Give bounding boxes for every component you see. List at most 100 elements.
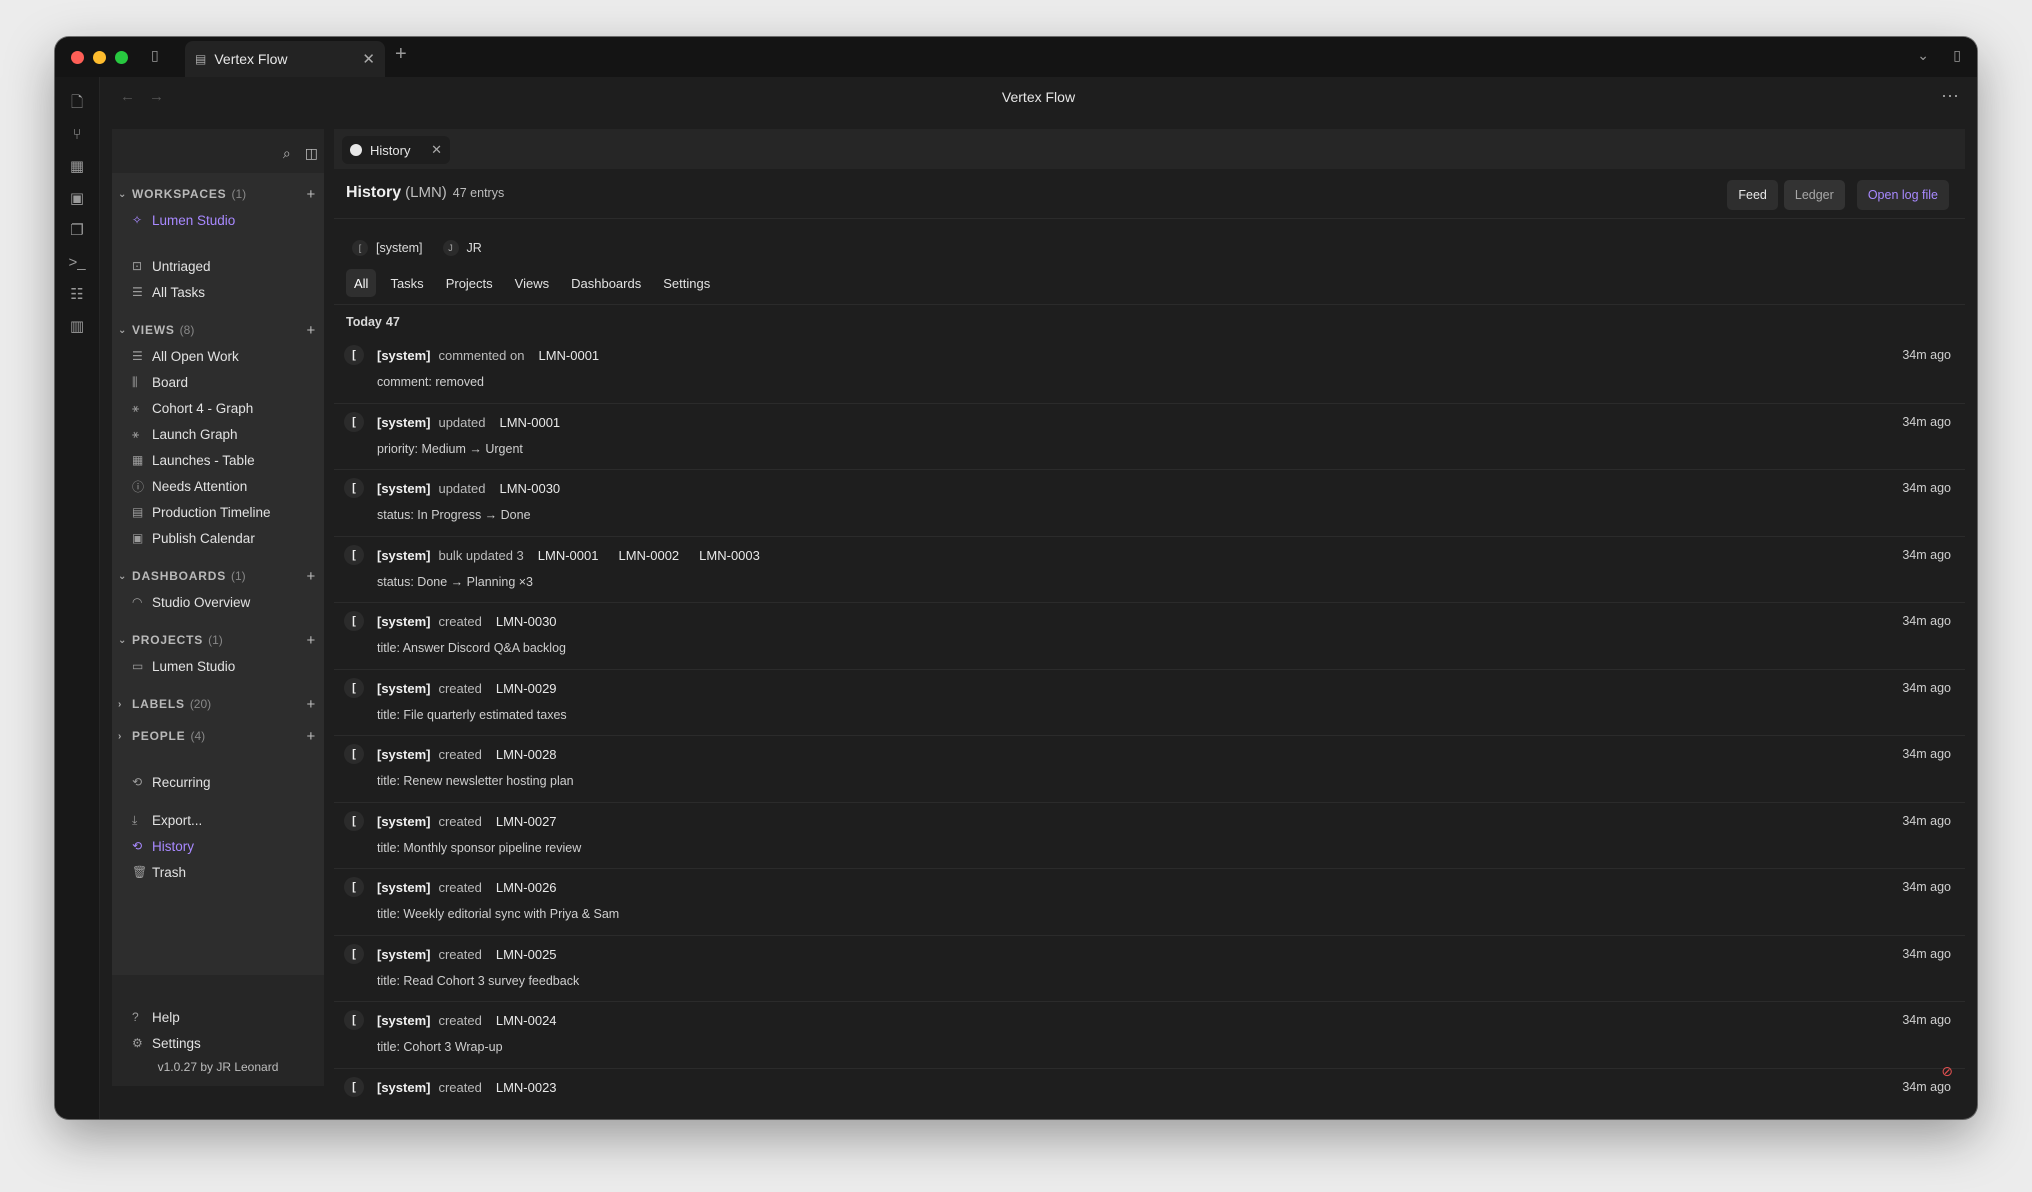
sidebar-item-all-tasks[interactable]: ☰ All Tasks (112, 279, 324, 305)
entry-detail: title: File quarterly estimated taxes (377, 707, 567, 722)
actor-chip[interactable]: J JR (442, 240, 482, 256)
sidebar-item-trash[interactable]: 🗑 Trash (112, 859, 324, 885)
add-label-icon[interactable]: + (306, 696, 316, 713)
sidebar-item-project[interactable]: ▭ Lumen Studio (112, 653, 324, 679)
sidebar-item-history[interactable]: ⟲ History (112, 833, 324, 859)
minimize-window-button[interactable] (93, 51, 106, 64)
history-entry[interactable]: [ [system] created LMN-0030 title: Answe… (334, 603, 1965, 670)
history-entry[interactable]: [ [system] created LMN-0028 title: Renew… (334, 736, 1965, 803)
more-options-icon[interactable]: ··· (1941, 85, 1959, 106)
graph-icon[interactable]: ⑂ (55, 119, 99, 151)
terminal-icon[interactable]: >_ (55, 247, 99, 279)
history-entry[interactable]: [ [system] created LMN-0027 title: Month… (334, 803, 1965, 869)
search-icon[interactable]: ⌕ (283, 145, 291, 162)
app-window: ▯ ▤ Vertex Flow ✕ + ⌄ ▯ 🗋 ⑂ ▦ ▣ ❐ >_ ☷ ▥… (55, 37, 1977, 1119)
add-workspace-icon[interactable]: + (306, 186, 316, 203)
calendar-icon[interactable]: ▣ (55, 183, 99, 215)
task-ref-link[interactable]: LMN-0026 (490, 880, 563, 895)
sidebar-item-view[interactable]: ☰ All Open Work (112, 343, 324, 369)
close-tab-icon[interactable]: ✕ (431, 142, 442, 158)
sidebar-item-view[interactable]: ▦ Launches - Table (112, 447, 324, 473)
task-ref-link[interactable]: LMN-0025 (490, 947, 563, 962)
close-tab-icon[interactable]: ✕ (362, 50, 375, 68)
sidebar-item-view[interactable]: ⓘ Needs Attention (112, 473, 324, 499)
history-entry[interactable]: [ [system] created LMN-0026 title: Weekl… (334, 869, 1965, 936)
sidebar-item-view[interactable]: ⫼ Board (112, 369, 324, 395)
sidebar-item-dashboard[interactable]: ◠ Studio Overview (112, 589, 324, 615)
filter-views[interactable]: Views (507, 269, 557, 297)
history-entry[interactable]: [ [system] bulk updated 3 LMN-0001 LMN-00… (334, 537, 1965, 603)
section-workspaces[interactable]: ⌄ WORKSPACES (1) + (112, 181, 324, 207)
actor-chip[interactable]: [ [system] (352, 240, 423, 256)
entry-timestamp: 34m ago (1902, 1013, 1951, 1027)
maximize-window-button[interactable] (115, 51, 128, 64)
group-header: Today 47 (346, 315, 400, 329)
tab-history[interactable]: History ✕ (342, 136, 450, 164)
collapse-panel-icon[interactable]: ◫ (305, 145, 318, 162)
section-projects[interactable]: ⌄ PROJECTS (1) + (112, 627, 324, 653)
add-project-icon[interactable]: + (306, 632, 316, 649)
close-window-button[interactable] (71, 51, 84, 64)
history-entry[interactable]: [ [system] created LMN-0029 title: File … (334, 670, 1965, 736)
copy-icon[interactable]: ❐ (55, 215, 99, 247)
add-view-icon[interactable]: + (306, 322, 316, 339)
history-entry[interactable]: [ [system] created LMN-0024 title: Cohor… (334, 1002, 1965, 1069)
sidebar-item-export[interactable]: ⤓ Export... (112, 807, 324, 833)
add-person-icon[interactable]: + (306, 728, 316, 745)
sidebar-item-workspace[interactable]: ✧ Lumen Studio (112, 207, 324, 233)
task-ref-link[interactable]: LMN-0001 (532, 348, 605, 363)
sidebar-item-view[interactable]: ▤ Production Timeline (112, 499, 324, 525)
right-panel-toggle-icon[interactable]: ▯ (1953, 47, 1961, 64)
task-ref-link[interactable]: LMN-0030 (490, 614, 563, 629)
entry-action: created (438, 1079, 482, 1095)
sidebar-item-recurring[interactable]: ⟲ Recurring (112, 769, 324, 795)
entry-actor: [system] (377, 747, 431, 762)
filter-tasks[interactable]: Tasks (382, 269, 431, 297)
feed-button[interactable]: Feed (1727, 180, 1778, 210)
filter-all[interactable]: All (346, 269, 377, 297)
task-ref-link[interactable]: LMN-0024 (490, 1013, 563, 1028)
history-entry[interactable]: [ [system] updated LMN-0001 priority: Me… (334, 404, 1965, 470)
help-link[interactable]: ? Help (112, 1004, 324, 1030)
history-entry[interactable]: [ [system] created LMN-0025 title: Read … (334, 936, 1965, 1002)
chevron-down-icon[interactable]: ⌄ (1917, 47, 1929, 64)
filter-dashboards[interactable]: Dashboards (563, 269, 649, 297)
task-ref-link[interactable]: LMN-0029 (490, 681, 563, 696)
new-tab-icon[interactable]: + (395, 43, 407, 66)
list-icon[interactable]: ☷ (55, 279, 99, 311)
sidebar-toggle-icon[interactable]: ▯ (151, 47, 159, 64)
file-icon[interactable]: 🗋 (55, 87, 99, 119)
sidebar-item-view[interactable]: ⚹ Launch Graph (112, 421, 324, 447)
sync-off-icon[interactable]: ⊘ (1941, 1063, 1953, 1080)
filter-projects[interactable]: Projects (438, 269, 501, 297)
sidebar-item-view[interactable]: ▣ Publish Calendar (112, 525, 324, 551)
task-ref-link[interactable]: LMN-0003 (693, 548, 766, 563)
open-log-file-button[interactable]: Open log file (1856, 180, 1949, 210)
entry-action: created (438, 946, 482, 962)
sidebar-item-untriaged[interactable]: ⊡ Untriaged (112, 253, 324, 279)
grid-icon[interactable]: ▦ (55, 151, 99, 183)
section-dashboards[interactable]: ⌄ DASHBOARDS (1) + (112, 563, 324, 589)
section-views[interactable]: ⌄ VIEWS (8) + (112, 317, 324, 343)
history-entry[interactable]: [ [system] updated LMN-0030 status: In P… (334, 470, 1965, 537)
chevron-down-icon: ⌄ (118, 570, 128, 582)
task-ref-link[interactable]: LMN-0023 (490, 1080, 563, 1095)
task-ref-link[interactable]: LMN-0002 (612, 548, 685, 563)
task-ref-link[interactable]: LMN-0001 (532, 548, 605, 563)
section-labels[interactable]: › LABELS (20) + (112, 691, 324, 717)
ledger-button[interactable]: Ledger (1783, 180, 1845, 210)
settings-link[interactable]: ⚙ Settings (112, 1030, 324, 1056)
filter-settings[interactable]: Settings (655, 269, 718, 297)
task-ref-link[interactable]: LMN-0027 (490, 814, 563, 829)
sidebar-item-view[interactable]: ⚹ Cohort 4 - Graph (112, 395, 324, 421)
history-entry[interactable]: [ [system] commented on LMN-0001 comment… (334, 337, 1965, 404)
task-ref-link[interactable]: LMN-0028 (490, 747, 563, 762)
add-dashboard-icon[interactable]: + (306, 568, 316, 585)
section-people[interactable]: › PEOPLE (4) + (112, 723, 324, 749)
book-icon[interactable]: ▥ (55, 311, 99, 343)
task-ref-link[interactable]: LMN-0030 (493, 481, 566, 496)
history-entry[interactable]: [ [system] created LMN-0023 34m ago (334, 1069, 1965, 1120)
entry-actor: [system] (377, 680, 431, 696)
window-tab[interactable]: ▤ Vertex Flow ✕ (185, 41, 385, 77)
task-ref-link[interactable]: LMN-0001 (493, 415, 566, 430)
